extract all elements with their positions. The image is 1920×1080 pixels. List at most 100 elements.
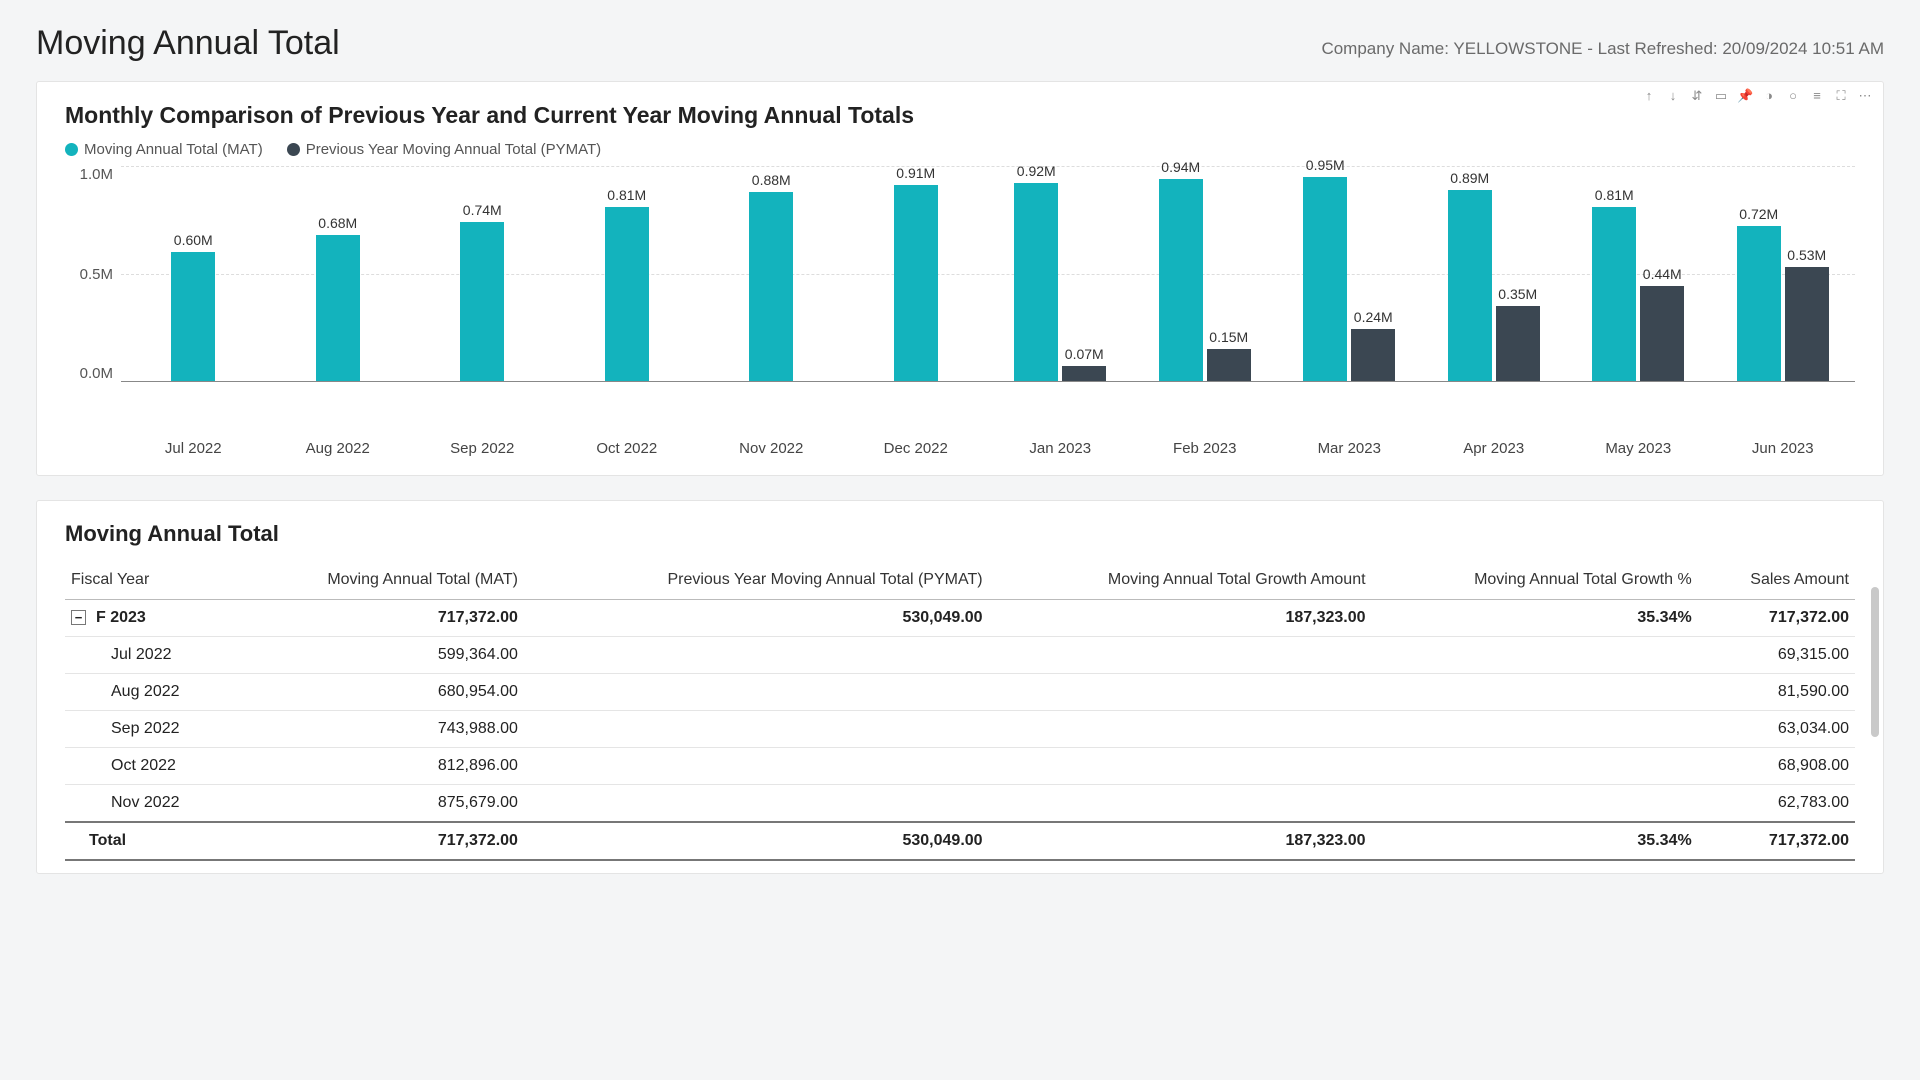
bar[interactable]: 0.24M — [1351, 329, 1395, 381]
x-tick-label: Apr 2023 — [1422, 434, 1567, 457]
table-title: Moving Annual Total — [65, 521, 1855, 547]
bar-group[interactable]: 0.81M — [555, 166, 700, 381]
bar-group[interactable]: 0.89M0.35M — [1422, 166, 1567, 381]
cell-mat: 717,372.00 — [236, 600, 524, 637]
col-growth-pct[interactable]: Moving Annual Total Growth % — [1372, 561, 1698, 600]
bar-value-label: 0.15M — [1209, 329, 1248, 345]
x-tick-label: May 2023 — [1566, 434, 1711, 457]
drill-up-icon[interactable]: ↑ — [1641, 88, 1657, 104]
more-options-icon[interactable]: ⋯ — [1857, 88, 1873, 104]
col-mat[interactable]: Moving Annual Total (MAT) — [236, 561, 524, 600]
table-row[interactable]: Aug 2022680,954.0081,590.00 — [65, 674, 1855, 711]
mat-table[interactable]: Fiscal Year Moving Annual Total (MAT) Pr… — [65, 561, 1855, 861]
bar-group[interactable]: 0.81M0.44M — [1566, 166, 1711, 381]
table-row[interactable]: Oct 2022812,896.0068,908.00 — [65, 748, 1855, 785]
hierarchy-icon[interactable]: ▭ — [1713, 88, 1729, 104]
filter-clear-icon[interactable]: ○ — [1785, 88, 1801, 104]
cell-sales: 81,590.00 — [1698, 674, 1855, 711]
bar[interactable]: 0.53M — [1785, 267, 1829, 381]
bar-value-label: 0.91M — [896, 165, 935, 181]
cell-growth-amt: 187,323.00 — [989, 600, 1372, 637]
col-pymat[interactable]: Previous Year Moving Annual Total (PYMAT… — [524, 561, 989, 600]
cell-mat: 812,896.00 — [236, 748, 524, 785]
bar[interactable]: 0.95M — [1303, 177, 1347, 381]
expand-icon[interactable]: ⇵ — [1689, 88, 1705, 104]
bar-group[interactable]: 0.94M0.15M — [1133, 166, 1278, 381]
y-axis: 1.0M 0.5M 0.0M — [65, 166, 121, 382]
bar[interactable]: 0.89M — [1448, 190, 1492, 381]
pin-icon[interactable]: 📌 — [1737, 88, 1753, 104]
total-label: Total — [65, 822, 236, 860]
drill-down-icon[interactable]: ↓ — [1665, 88, 1681, 104]
bar[interactable]: 0.68M — [316, 235, 360, 381]
chart-card: ↑ ↓ ⇵ ▭ 📌 ◑ ○ ≡ ⛶ ⋯ Monthly Comparison o… — [36, 81, 1884, 476]
bar-value-label: 0.68M — [318, 215, 357, 231]
y-tick: 0.5M — [80, 266, 113, 283]
col-growth-amt[interactable]: Moving Annual Total Growth Amount — [989, 561, 1372, 600]
bar[interactable]: 0.74M — [460, 222, 504, 381]
bar-group[interactable]: 0.74M — [410, 166, 555, 381]
row-label: Jul 2022 — [65, 637, 236, 674]
bar-group[interactable]: 0.60M — [121, 166, 266, 381]
copy-icon[interactable]: ◑ — [1761, 88, 1777, 104]
bar-value-label: 0.07M — [1065, 346, 1104, 362]
cell-mat: 743,988.00 — [236, 711, 524, 748]
x-tick-label: Nov 2022 — [699, 434, 844, 457]
table-total-row: Total717,372.00530,049.00187,323.0035.34… — [65, 822, 1855, 860]
bar-group[interactable]: 0.91M — [844, 166, 989, 381]
cell-sales: 62,783.00 — [1698, 785, 1855, 823]
bar-value-label: 0.74M — [463, 202, 502, 218]
page-header: Moving Annual Total Company Name: YELLOW… — [36, 24, 1884, 63]
bar-group[interactable]: 0.68M — [266, 166, 411, 381]
chart-plot[interactable]: 0.60M 0.68M 0.74M 0.81M 0.88M 0.91M 0.92M 0.07M… — [121, 166, 1855, 382]
bar-group[interactable]: 0.92M 0.07M — [988, 166, 1133, 381]
col-sales[interactable]: Sales Amount — [1698, 561, 1855, 600]
bar[interactable]: 0.94M — [1159, 179, 1203, 381]
filter-icon[interactable]: ≡ — [1809, 88, 1825, 104]
col-fiscal-year[interactable]: Fiscal Year — [65, 561, 236, 600]
bar-group[interactable]: 0.88M — [699, 166, 844, 381]
bar-value-label: 0.24M — [1354, 309, 1393, 325]
bar[interactable]: 0.72M — [1737, 226, 1781, 381]
collapse-icon[interactable]: − — [71, 610, 86, 625]
table-row[interactable]: Jul 2022599,364.0069,315.00 — [65, 637, 1855, 674]
bar-value-label: 0.94M — [1161, 159, 1200, 175]
bar-value-label: 0.53M — [1787, 247, 1826, 263]
cell-mat: 875,679.00 — [236, 785, 524, 823]
legend-pymat[interactable]: Previous Year Moving Annual Total (PYMAT… — [287, 141, 601, 158]
cell-sales: 63,034.00 — [1698, 711, 1855, 748]
bar[interactable]: 0.81M — [1592, 207, 1636, 381]
bar-value-label: 0.95M — [1306, 157, 1345, 173]
swatch-mat — [65, 143, 78, 156]
bar[interactable]: 0.35M — [1496, 306, 1540, 381]
scrollbar-thumb[interactable] — [1871, 587, 1879, 737]
cell-pymat: 530,049.00 — [524, 600, 989, 637]
bar[interactable]: 0.07M — [1062, 366, 1106, 381]
table-group-row[interactable]: −F 2023717,372.00530,049.00187,323.0035.… — [65, 600, 1855, 637]
cell-sales: 717,372.00 — [1698, 822, 1855, 860]
table-row[interactable]: Sep 2022743,988.0063,034.00 — [65, 711, 1855, 748]
x-tick-label: Oct 2022 — [555, 434, 700, 457]
cell-pymat: 530,049.00 — [524, 822, 989, 860]
bar[interactable]: 0.91M — [894, 185, 938, 381]
x-tick-label: Aug 2022 — [266, 434, 411, 457]
bar[interactable]: 0.15M — [1207, 349, 1251, 381]
x-tick-label: Dec 2022 — [844, 434, 989, 457]
focus-mode-icon[interactable]: ⛶ — [1833, 88, 1849, 104]
bar[interactable]: 0.60M — [171, 252, 215, 381]
y-tick: 0.0M — [80, 365, 113, 382]
bar-group[interactable]: 0.72M0.53M — [1711, 166, 1856, 381]
bar[interactable]: 0.81M — [605, 207, 649, 381]
chart-legend: Moving Annual Total (MAT) Previous Year … — [65, 141, 1855, 158]
bar[interactable]: 0.88M — [749, 192, 793, 381]
row-label: Nov 2022 — [65, 785, 236, 823]
x-axis: Jul 2022Aug 2022Sep 2022Oct 2022Nov 2022… — [121, 434, 1855, 457]
bar[interactable]: 0.44M — [1640, 286, 1684, 381]
table-row[interactable]: Nov 2022875,679.00 62,783.00 — [65, 785, 1855, 823]
table-header-row: Fiscal Year Moving Annual Total (MAT) Pr… — [65, 561, 1855, 600]
bar-group[interactable]: 0.95M0.24M — [1277, 166, 1422, 381]
bar[interactable]: 0.92M — [1014, 183, 1058, 381]
chart-area: 1.0M 0.5M 0.0M 0.60M 0.68M 0.74M 0.81M 0.88M… — [65, 166, 1855, 434]
legend-mat[interactable]: Moving Annual Total (MAT) — [65, 141, 263, 158]
group-label[interactable]: −F 2023 — [65, 600, 236, 637]
